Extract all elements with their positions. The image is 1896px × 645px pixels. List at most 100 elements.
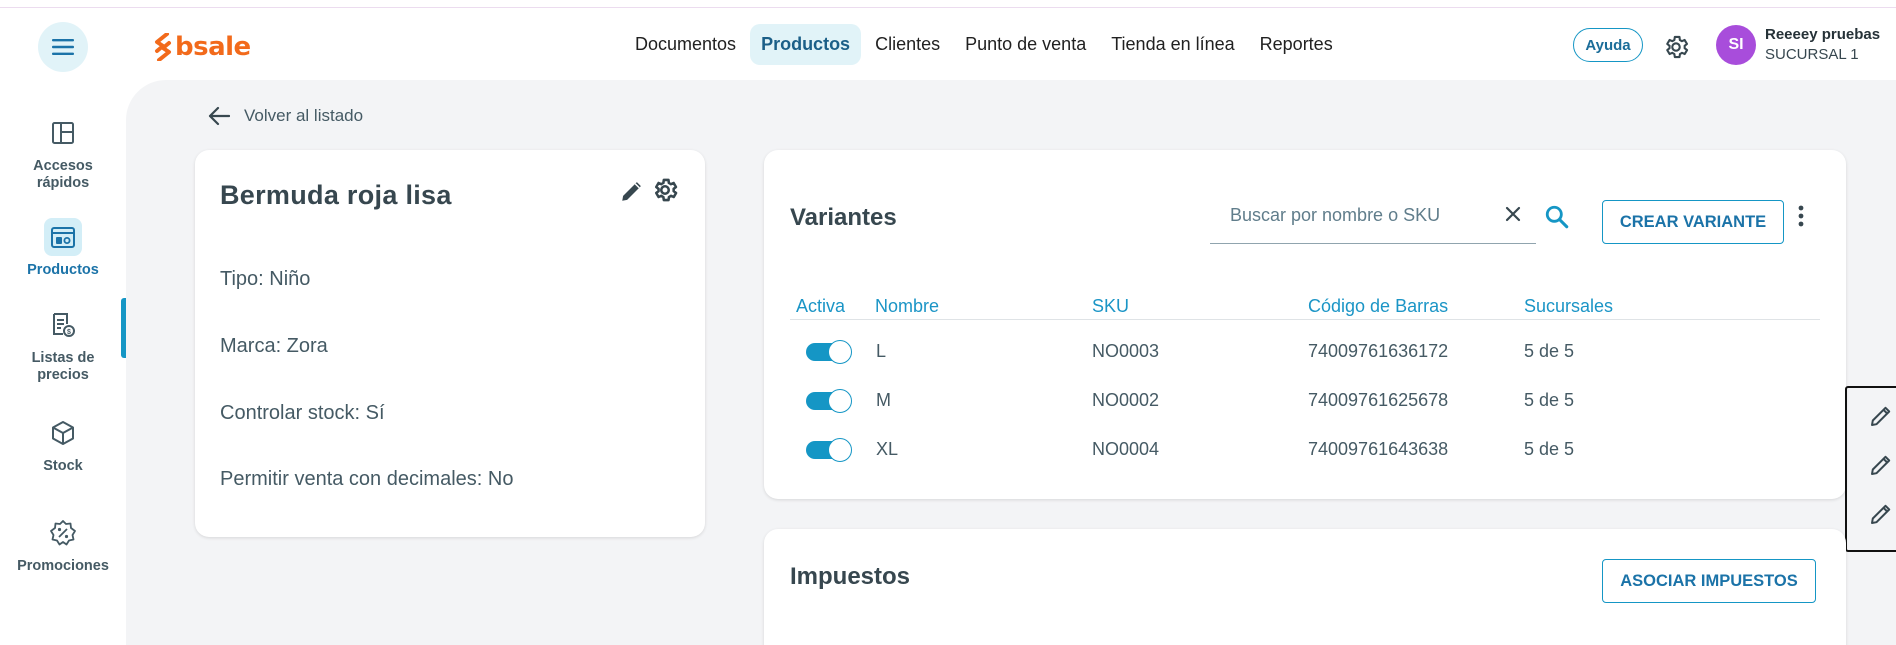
pencil-icon xyxy=(1871,455,1891,475)
nav-tienda-en-linea[interactable]: Tienda en línea xyxy=(1100,24,1245,65)
variant-barcode: 74009761636172 xyxy=(1308,341,1449,361)
variant-active-toggle[interactable] xyxy=(806,389,852,413)
sidebar-item-label: Stock xyxy=(43,458,83,474)
variant-active-toggle[interactable] xyxy=(806,340,852,364)
back-link-label: Volver al listado xyxy=(244,106,364,125)
column-header-sucursales[interactable]: Sucursales xyxy=(1524,296,1613,317)
variants-table-header: Activa Nombre SKU Código de Barras Sucur… xyxy=(790,296,1820,320)
variant-sku: NO0004 xyxy=(1092,439,1160,459)
variant-barcode: 74009761643638 xyxy=(1308,439,1449,459)
settings-button[interactable] xyxy=(1660,31,1692,63)
price-list-icon: $ xyxy=(53,313,75,337)
promotion-badge-icon xyxy=(50,520,76,546)
edit-variant-button[interactable] xyxy=(1869,502,1893,531)
column-header-activa[interactable]: Activa xyxy=(796,296,845,317)
sidebar-icon-wrap xyxy=(44,514,82,552)
column-header-nombre[interactable]: Nombre xyxy=(875,296,939,317)
top-border xyxy=(0,0,1896,8)
nav-productos[interactable]: Productos xyxy=(750,24,862,65)
product-settings-button[interactable] xyxy=(651,176,679,209)
table-row: XL NO0004 74009761643638 5 de 5 xyxy=(790,426,1820,475)
edit-product-button[interactable] xyxy=(619,178,645,209)
gear-icon xyxy=(654,178,678,202)
variant-branches: 5 de 5 xyxy=(1524,439,1575,459)
nav-clientes[interactable]: Clientes xyxy=(864,24,951,65)
variant-barcode: 74009761625678 xyxy=(1308,390,1449,410)
variant-active-toggle[interactable] xyxy=(806,438,852,462)
variant-name: XL xyxy=(876,439,899,459)
variant-branches: 5 de 5 xyxy=(1524,390,1575,410)
sidebar-item-label: Promociones xyxy=(17,558,109,574)
pencil-icon xyxy=(1871,406,1891,426)
variants-title: Variantes xyxy=(790,204,897,231)
user-name: Reeeey pruebas xyxy=(1765,26,1881,43)
create-variant-button[interactable]: CREAR VARIANTE xyxy=(1602,200,1784,244)
variant-search-field xyxy=(1210,190,1536,244)
products-icon xyxy=(51,227,75,248)
sidebar-item-label: Accesos rápidos xyxy=(33,158,93,191)
product-attribute-tipo: Tipo: Niño xyxy=(220,268,311,290)
sidebar-item-accesos-rapidos[interactable]: Accesos rápidos xyxy=(0,114,126,192)
menu-icon xyxy=(52,39,74,55)
close-icon xyxy=(1505,206,1521,222)
user-avatar[interactable]: SI xyxy=(1716,25,1756,65)
arrow-left-icon xyxy=(208,106,230,126)
quick-access-icon xyxy=(52,122,74,144)
stock-box-icon xyxy=(52,421,74,445)
table-row: M NO0002 74009761625678 5 de 5 xyxy=(790,377,1820,426)
search-icon xyxy=(1545,205,1569,229)
sidebar-item-stock[interactable]: Stock xyxy=(0,414,126,475)
pencil-icon xyxy=(622,182,641,201)
variants-more-options-button[interactable] xyxy=(1796,204,1806,233)
edit-variant-button[interactable] xyxy=(1869,404,1893,433)
product-attribute-decimales: Permitir venta con decimales: No xyxy=(220,468,514,490)
sidebar-icon-wrap xyxy=(44,218,82,256)
column-header-sku[interactable]: SKU xyxy=(1092,296,1129,317)
variant-branches: 5 de 5 xyxy=(1524,341,1575,361)
variant-sku: NO0003 xyxy=(1092,341,1160,361)
associate-taxes-button[interactable]: ASOCIAR IMPUESTOS xyxy=(1602,559,1816,603)
variant-name: L xyxy=(876,341,887,361)
clear-search-button[interactable] xyxy=(1504,205,1522,228)
product-attribute-marca: Marca: Zora xyxy=(220,335,328,357)
logo-text: bsale xyxy=(175,32,251,62)
help-button[interactable]: Ayuda xyxy=(1573,28,1643,62)
main-nav: Documentos Productos Clientes Punto de v… xyxy=(624,24,1347,65)
toggle-knob xyxy=(828,438,852,462)
sidebar-item-label: Listas de precios xyxy=(31,350,95,383)
toggle-knob xyxy=(828,389,852,413)
product-title: Bermuda roja lisa xyxy=(220,180,452,210)
main-content: Volver al listado Bermuda roja lisa Tipo… xyxy=(126,80,1896,645)
user-branch: SUCURSAL 1 xyxy=(1765,46,1859,63)
more-vertical-icon xyxy=(1798,205,1804,227)
hamburger-menu-button[interactable] xyxy=(38,22,88,72)
sidebar: Accesos rápidos Productos $ Listas de pr… xyxy=(0,80,126,645)
sidebar-item-listas-de-precios[interactable]: $ Listas de precios xyxy=(0,306,126,384)
top-header: bsale Documentos Productos Clientes Punt… xyxy=(0,9,1896,80)
nav-punto-de-venta[interactable]: Punto de venta xyxy=(954,24,1097,65)
sidebar-item-label: Productos xyxy=(27,262,99,278)
taxes-title: Impuestos xyxy=(790,563,911,590)
svg-text:$: $ xyxy=(67,329,71,336)
variant-sku: NO0002 xyxy=(1092,390,1160,410)
bsale-logo-icon xyxy=(155,33,171,61)
product-details-card: Bermuda roja lisa Tipo: Niño Marca: Zora… xyxy=(195,150,705,537)
sidebar-icon-wrap xyxy=(44,414,82,452)
taxes-card: Impuestos ASOCIAR IMPUESTOS xyxy=(764,529,1846,645)
back-to-list-link[interactable]: Volver al listado xyxy=(208,106,363,126)
sidebar-icon-wrap: $ xyxy=(44,306,82,344)
pencil-icon xyxy=(1871,504,1891,524)
gear-icon xyxy=(1666,35,1689,59)
nav-reportes[interactable]: Reportes xyxy=(1249,24,1344,65)
variant-search-input[interactable] xyxy=(1230,200,1470,230)
nav-documentos[interactable]: Documentos xyxy=(624,24,747,65)
toggle-knob xyxy=(828,340,852,364)
column-header-codigo-de-barras[interactable]: Código de Barras xyxy=(1308,296,1448,317)
sidebar-item-productos[interactable]: Productos xyxy=(0,218,126,279)
sidebar-item-promociones[interactable]: Promociones xyxy=(0,514,126,575)
sidebar-icon-wrap xyxy=(44,114,82,152)
search-button[interactable] xyxy=(1544,204,1570,235)
bsale-logo[interactable]: bsale xyxy=(154,29,251,65)
edit-variant-button[interactable] xyxy=(1869,453,1893,482)
product-attribute-stock: Controlar stock: Sí xyxy=(220,402,385,424)
